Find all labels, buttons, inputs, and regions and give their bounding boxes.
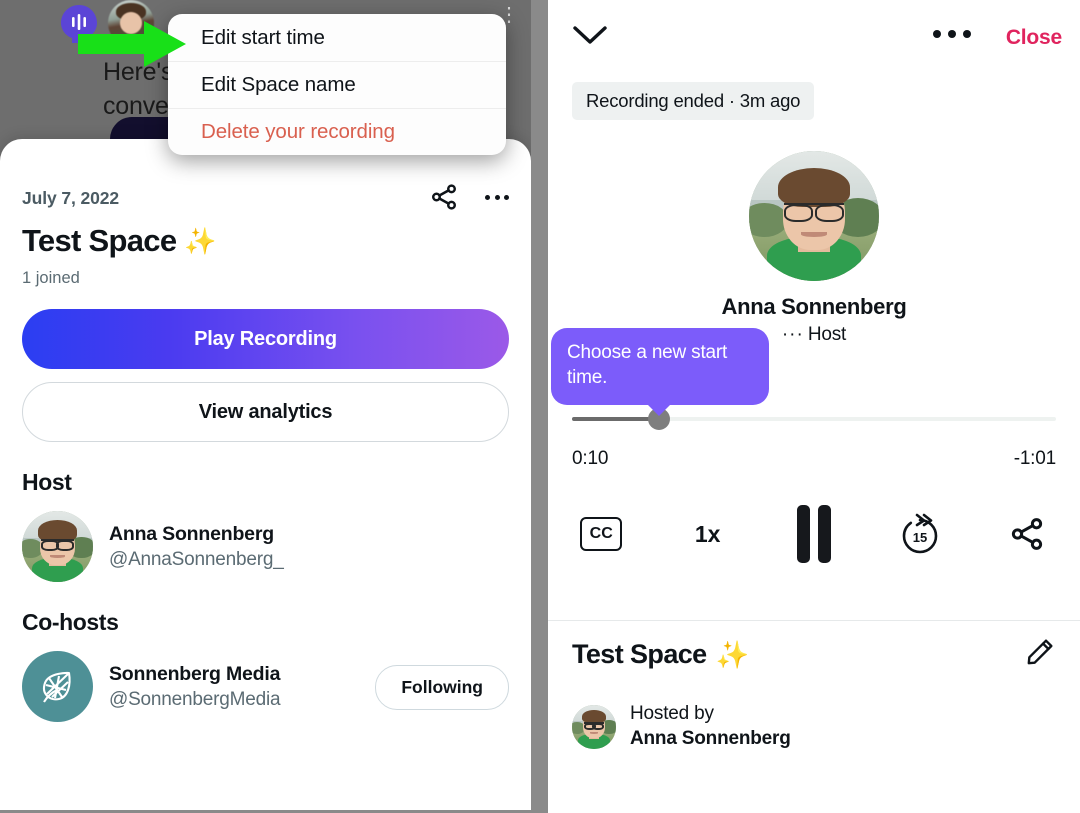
speaker-avatar <box>749 151 879 281</box>
avatar <box>22 511 93 582</box>
speaker-role: Host <box>807 324 847 345</box>
playback-speed-button[interactable]: 1x <box>654 521 760 548</box>
cohost-name: Sonnenberg Media <box>109 662 281 685</box>
tooltip-choose-start-time: Choose a new start time. <box>551 328 769 417</box>
space-info-title-text: Test Space <box>572 639 707 669</box>
right-panel: Close Recording ended · 3m ago Anna Sonn… <box>548 0 1080 813</box>
following-button[interactable]: Following <box>375 665 509 710</box>
close-button[interactable]: Close <box>1006 26 1062 50</box>
more-options-icon[interactable] <box>485 194 509 200</box>
play-recording-button[interactable]: Play Recording <box>22 309 509 369</box>
hosted-by-row[interactable]: Hosted by Anna Sonnenberg <box>572 703 791 750</box>
playback-speed-label: 1x <box>694 520 721 547</box>
menu-item-edit-space-name[interactable]: Edit Space name <box>168 61 506 108</box>
mic-activity-icon: ··· <box>781 324 804 345</box>
status-badge: Recording ended · 3m ago <box>572 82 815 120</box>
remaining-time: -1:01 <box>1013 448 1057 469</box>
cohost-handle: @SonnenbergMedia <box>109 688 281 710</box>
space-title-text: Test Space <box>22 223 177 258</box>
share-icon[interactable] <box>429 182 459 212</box>
panel-divider <box>531 0 548 813</box>
sonnenberg-media-leaf-logo <box>22 651 93 722</box>
chevron-down-icon[interactable] <box>572 24 608 51</box>
view-analytics-button[interactable]: View analytics <box>22 382 509 442</box>
player-header: Close <box>548 0 1080 82</box>
space-detail-card: July 7, 2022 Test Space ✨ 1 joined Play … <box>0 139 531 813</box>
cohosts-section-label: Co-hosts <box>22 609 119 635</box>
playback-scrubber[interactable] <box>572 408 1056 430</box>
space-info-title: Test Space ✨ <box>572 639 749 671</box>
card-top-actions <box>429 182 509 212</box>
skip-forward-seconds: 15 <box>913 530 927 545</box>
avatar <box>572 704 616 749</box>
sparkles-icon: ✨ <box>715 639 750 670</box>
host-name: Anna Sonnenberg <box>109 522 274 545</box>
page-title: Test Space ✨ <box>22 223 509 259</box>
sparkles-icon: ✨ <box>184 225 217 256</box>
pencil-edit-icon[interactable] <box>1024 636 1056 673</box>
host-section-label: Host <box>22 469 72 495</box>
captions-label: CC <box>589 525 613 542</box>
menu-item-edit-start-time[interactable]: Edit start time <box>168 14 506 61</box>
joined-count: 1 joined <box>22 269 80 287</box>
cohost-row[interactable]: Sonnenberg Media @SonnenbergMedia Follow… <box>22 651 509 722</box>
section-divider <box>548 620 1080 621</box>
forward-15-icon[interactable]: 15 <box>867 511 973 557</box>
scrubber-progress-fill <box>572 417 660 421</box>
pause-icon[interactable] <box>761 505 867 563</box>
closed-captions-icon[interactable]: CC <box>548 517 654 551</box>
hosted-by-label: Hosted by <box>630 703 714 724</box>
annotation-arrow-icon <box>78 21 186 67</box>
host-handle: @AnnaSonnenberg_ <box>109 548 284 570</box>
hosted-by-name: Anna Sonnenberg <box>630 728 791 749</box>
player-controls: CC 1x 15 <box>548 505 1080 563</box>
left-panel: Here's conver ⋮ Edit start time Edit Spa… <box>0 0 531 813</box>
share-icon[interactable] <box>974 515 1080 553</box>
context-menu: Edit start time Edit Space name Delete y… <box>168 14 506 155</box>
space-info-title-row: Test Space ✨ <box>572 636 1056 673</box>
app-screenshot: Here's conver ⋮ Edit start time Edit Spa… <box>0 0 1080 813</box>
speaker-name: Anna Sonnenberg <box>721 294 907 319</box>
more-options-icon[interactable] <box>933 30 971 38</box>
elapsed-time: 0:10 <box>572 448 609 469</box>
host-row[interactable]: Anna Sonnenberg @AnnaSonnenberg_ <box>22 511 509 582</box>
time-row: 0:10 -1:01 <box>572 448 1056 470</box>
menu-item-delete-recording[interactable]: Delete your recording <box>168 108 506 155</box>
